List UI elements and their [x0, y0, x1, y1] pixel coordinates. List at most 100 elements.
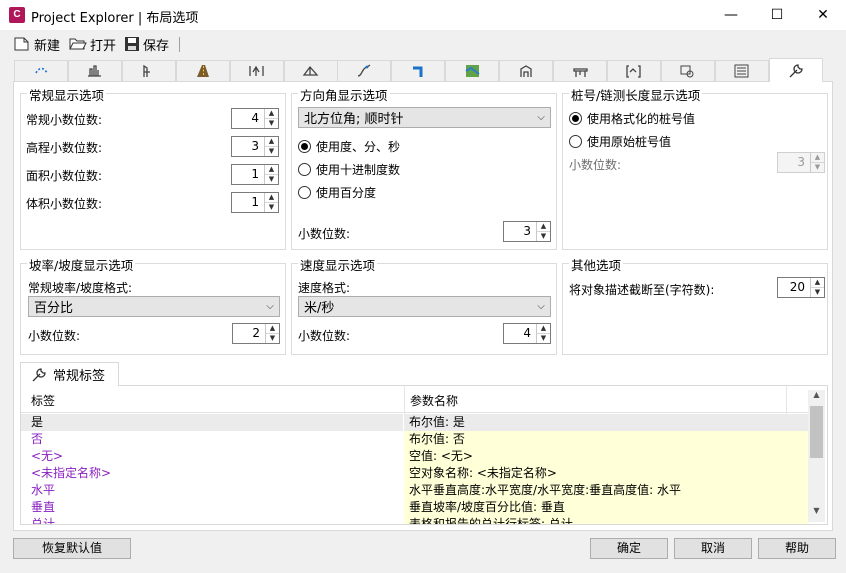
tab-pipe-network[interactable]	[391, 60, 446, 81]
spin-up-icon[interactable]: ▲	[811, 153, 824, 163]
tab-feature-line[interactable]	[337, 60, 392, 81]
general-display-title: 常规显示选项	[27, 85, 107, 104]
close-button[interactable]: ✕	[800, 0, 846, 30]
spin-up-icon[interactable]: ▲	[537, 324, 550, 334]
restore-defaults-button[interactable]: 恢复默认值	[13, 538, 131, 559]
bearing-format-select[interactable]: 北方位角; 顺时针 ⌵	[298, 107, 551, 128]
new-button[interactable]: 新建	[13, 34, 60, 54]
label-cell[interactable]: <无>	[21, 448, 403, 465]
general-labels-tab-label: 常规标签	[53, 369, 106, 384]
radio-decimal-degrees-label: 使用十进制度数	[316, 163, 401, 177]
save-button[interactable]: 保存	[124, 34, 169, 54]
table-row[interactable]: 垂直 垂直坡率/坡度百分比值: 垂直	[21, 499, 809, 516]
tab-corridor[interactable]	[175, 60, 230, 81]
speed-format-select[interactable]: 米/秒 ⌵	[298, 296, 551, 317]
bearing-decimals-stepper[interactable]: 3 ▲ ▼	[503, 221, 551, 242]
grade-format-value: 百分比	[34, 301, 74, 316]
radio-dms[interactable]: 使用度、分、秒	[298, 138, 400, 155]
tab-assembly[interactable]	[229, 60, 284, 81]
truncate-label: 将对象描述截断至(字符数):	[569, 283, 715, 297]
tab-map[interactable]	[445, 60, 500, 81]
view-frame-icon	[680, 65, 694, 78]
surface-icon	[302, 65, 319, 76]
tab-surface[interactable]	[283, 60, 338, 81]
tab-list[interactable]	[714, 60, 769, 81]
empty-cell	[786, 516, 809, 524]
spin-up-icon[interactable]: ▲	[266, 324, 279, 334]
help-button[interactable]: 帮助	[758, 538, 836, 559]
spin-down-icon[interactable]: ▼	[265, 175, 278, 184]
spin-up-icon[interactable]: ▲	[265, 193, 278, 203]
general-decimals-value: 4	[251, 111, 259, 125]
profile-icon	[88, 65, 102, 77]
spin-up-icon[interactable]: ▲	[265, 165, 278, 175]
tab-wrench[interactable]	[768, 58, 823, 82]
label-cell[interactable]: <未指定名称>	[21, 465, 403, 482]
column-header-param[interactable]: 参数名称	[410, 392, 458, 409]
spin-down-icon[interactable]: ▼	[266, 334, 279, 343]
speed-decimals-stepper[interactable]: 4 ▲ ▼	[503, 323, 551, 344]
table-row[interactable]: 总计 表格和报告的总计行标签: 总计	[21, 516, 809, 524]
radio-dot-icon	[298, 186, 311, 199]
speed-format-value: 米/秒	[304, 301, 335, 316]
spin-up-icon[interactable]: ▲	[537, 222, 550, 232]
scroll-down-icon[interactable]: ▼	[808, 506, 825, 522]
tab-part[interactable]	[553, 60, 607, 81]
table-row[interactable]: 否布尔值: 否	[21, 431, 809, 448]
scroll-up-icon[interactable]: ▲	[808, 390, 825, 406]
spin-up-icon[interactable]: ▲	[811, 278, 824, 288]
grade-decimals-stepper[interactable]: 2 ▲ ▼	[232, 323, 280, 344]
spin-down-icon[interactable]: ▼	[265, 147, 278, 156]
label-cell[interactable]: 总计	[21, 516, 403, 524]
table-row[interactable]: 水平 水平垂直高度:水平宽度/水平宽度:垂直高度值: 水平	[21, 482, 809, 499]
cancel-button[interactable]: 取消	[674, 538, 752, 559]
tab-view-frame[interactable]	[660, 60, 715, 81]
radio-decimal-degrees[interactable]: 使用十进制度数	[298, 161, 400, 178]
wrench-icon	[32, 367, 46, 381]
open-button[interactable]: 打开	[69, 34, 116, 54]
spin-down-icon[interactable]: ▼	[811, 163, 824, 172]
truncate-stepper[interactable]: 20 ▲ ▼	[777, 277, 825, 298]
grade-format-label: 常规坡率/坡度格式:	[28, 281, 133, 295]
tab-profile-view[interactable]	[121, 60, 176, 81]
spin-up-icon[interactable]: ▲	[265, 109, 278, 119]
elevation-decimals-stepper[interactable]: 3 ▲ ▼	[231, 136, 279, 157]
station-decimals-stepper[interactable]: 3 ▲ ▼	[777, 152, 825, 173]
volume-decimals-stepper[interactable]: 1 ▲ ▼	[231, 192, 279, 213]
column-header-label[interactable]: 标签	[31, 392, 55, 409]
label-cell[interactable]: 否	[21, 431, 403, 448]
spin-down-icon[interactable]: ▼	[265, 203, 278, 212]
area-decimals-stepper[interactable]: 1 ▲ ▼	[231, 164, 279, 185]
label-cell[interactable]: 垂直	[21, 499, 403, 516]
table-row[interactable]: <无> 空值: <无>	[21, 448, 809, 465]
spin-down-icon[interactable]: ▼	[811, 288, 824, 297]
radio-formatted-station[interactable]: 使用格式化的桩号值	[569, 110, 695, 127]
grade-format-select[interactable]: 百分比 ⌵	[28, 296, 280, 317]
table-header: 标签 参数名称	[21, 386, 809, 413]
label-cell[interactable]: 是	[21, 414, 403, 431]
tab-alignment[interactable]	[14, 60, 68, 81]
spin-up-icon[interactable]: ▲	[265, 137, 278, 147]
tab-profile[interactable]	[67, 60, 122, 81]
table-row[interactable]: 是布尔值: 是	[21, 414, 809, 431]
station-display-title: 桩号/链测长度显示选项	[569, 85, 703, 104]
radio-dot-icon	[298, 140, 311, 153]
tab-section[interactable]	[606, 60, 661, 81]
label-cell[interactable]: 水平	[21, 482, 403, 499]
radio-grads[interactable]: 使用百分度	[298, 184, 376, 201]
tab-structure[interactable]	[499, 60, 554, 81]
table-row[interactable]: <未指定名称> 空对象名称: <未指定名称>	[21, 465, 809, 482]
maximize-button[interactable]: ☐	[754, 0, 800, 30]
minimize-button[interactable]: —	[708, 0, 754, 30]
spin-down-icon[interactable]: ▼	[537, 334, 550, 343]
spin-down-icon[interactable]: ▼	[265, 119, 278, 128]
ok-button[interactable]: 确定	[590, 538, 668, 559]
general-decimals-stepper[interactable]: 4 ▲ ▼	[231, 108, 279, 129]
volume-decimals-label: 体积小数位数:	[26, 197, 103, 211]
scrollbar-thumb[interactable]	[810, 406, 823, 458]
spin-down-icon[interactable]: ▼	[537, 232, 550, 241]
tab-general-labels[interactable]: 常规标签	[20, 362, 119, 386]
radio-raw-station[interactable]: 使用原始桩号值	[569, 133, 671, 150]
radio-formatted-station-label: 使用格式化的桩号值	[587, 112, 696, 126]
empty-cell	[786, 465, 809, 482]
